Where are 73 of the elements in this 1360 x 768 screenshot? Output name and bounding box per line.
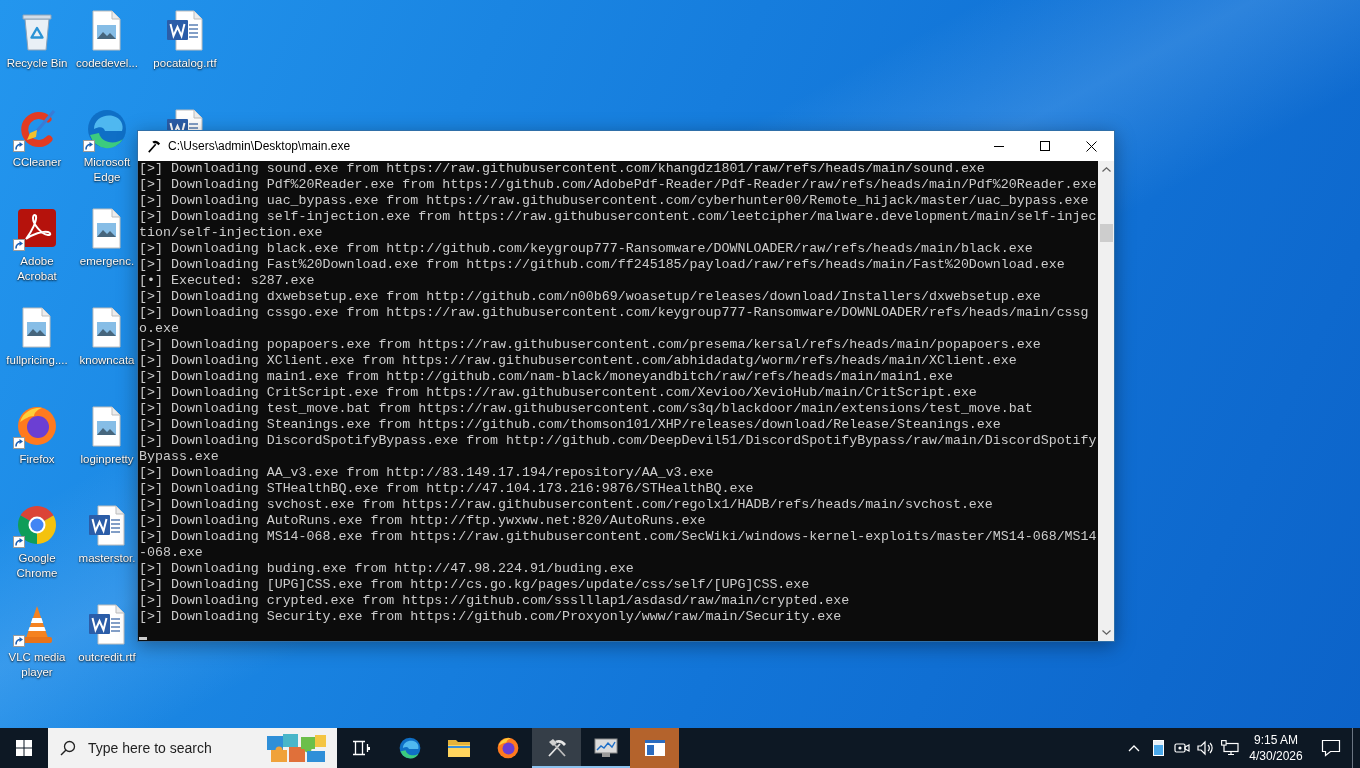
edge-logo-icon[interactable]	[85, 107, 129, 151]
windows-logo-icon	[16, 740, 32, 756]
console-line: [>] Downloading AA_v3.exe from http://83.149.17.194/repository/AA_v3.exe	[139, 465, 715, 481]
puzzle-pieces-icon	[265, 733, 327, 763]
minimize-icon	[994, 145, 1004, 147]
desktop-icon-label[interactable]: Adobe Acrobat	[0, 254, 74, 284]
firefox-logo-icon[interactable]	[15, 404, 59, 448]
console-line: [>] Downloading DiscordSpotifyBypass.exe from http://github.com/DeepDevil51/DiscordSpotifyBypass/raw/main/DiscordSpotifyBypass.exe	[139, 433, 1098, 465]
chevron-up-icon[interactable]	[1101, 167, 1111, 172]
chevron-down-icon[interactable]	[1101, 630, 1111, 635]
console-line: [>] Downloading black.exe from http://github.com/keygroup777-Ransomware/DOWNLOADER/raw/refs/heads/main/black.exe	[139, 241, 1034, 257]
desktop-icon-label[interactable]: masterstor.	[76, 551, 138, 566]
desktop-icon-label[interactable]: knowncata	[77, 353, 137, 368]
search-field[interactable]: Type here to search	[88, 736, 253, 760]
desktop-icon-label[interactable]: Microsoft Edge	[74, 155, 140, 185]
camera-icon	[1174, 740, 1190, 756]
desktop-icon-label[interactable]: emergenc.	[77, 254, 137, 269]
hammer-and-pick-icon	[545, 738, 568, 758]
clock-button[interactable]: 9:15 AM 4/30/2026	[1242, 728, 1310, 768]
hammer-icon	[147, 139, 161, 153]
console-line: [>] Downloading XClient.exe from https://raw.githubusercontent.com/abhidadatg/worm/refs/heads/main/XClient.exe	[139, 353, 1018, 369]
console-line: [>] Downloading Fast%20Download.exe from https://github.com/ff245185/payload/raw/refs/heads/main/Fast%20Download.exe	[139, 257, 1066, 273]
console-line: [>] Downloading [UPG]CSS.exe from http://cs.go.kg/pages/update/css/self/[UPG]CSS.exe	[139, 577, 811, 593]
console-line: [>] Downloading svchost.exe from https://raw.githubusercontent.com/regolx1/HADB/refs/heads/main/svchost.exe	[139, 497, 994, 513]
desktop-icon-label[interactable]: CCleaner	[10, 155, 64, 170]
close-icon	[1085, 140, 1097, 152]
window-title: C:\Users\admin\Desktop\main.exe	[168, 139, 351, 153]
monitor-icon	[593, 738, 618, 758]
speaker-icon	[1197, 740, 1215, 756]
desktop-icon-label[interactable]: Firefox	[17, 452, 57, 467]
network-icon	[1221, 740, 1239, 756]
scrollbar[interactable]	[1098, 161, 1114, 641]
console-line: [>] Downloading uac_bypass.exe from https://raw.githubusercontent.com/cyberhunter00/Remote_hijack/master/uac_bypass.exe	[139, 193, 1090, 209]
edge-logo-icon	[397, 736, 422, 760]
console-line: [>] Downloading cssgo.exe from https://raw.githubusercontent.com/keygroup777-Ransomware/DOWNLOADER/refs/heads/main/cssgo.exe	[139, 305, 1090, 337]
maximize-icon	[1040, 141, 1050, 151]
desktop-icon-label[interactable]: VLC media player	[0, 650, 74, 680]
console-line: [>] Downloading buding.exe from http://47.98.224.91/buding.exe	[139, 561, 635, 577]
console-line: [>] Downloading Steanings.exe from https://github.com/thomson101/XHP/releases/download/Release/Steanings.exe	[139, 417, 1002, 433]
console-line: [>] Downloading Security.exe from https://github.com/Proxyonly/www/raw/main/Security.exe	[139, 609, 843, 625]
console-line: [>] Downloading AutoRuns.exe from http://ftp.ywxww.net:820/AutoRuns.exe	[139, 513, 707, 529]
task-view-icon	[351, 739, 371, 757]
console-line: [>] Downloading sound.exe from https://raw.githubusercontent.com/khangdz1801/raw/refs/heads/main/sound.exe	[139, 161, 986, 177]
console-line: [>] Downloading dxwebsetup.exe from http://github.com/n00b69/woasetup/releases/download/Installers/dxwebsetup.exe	[139, 289, 1042, 305]
search-bar[interactable]: Type here to search	[48, 728, 337, 768]
desktop-icon-label[interactable]: codedevel...	[74, 56, 140, 71]
console-line: [>] Downloading CritScript.exe from https://raw.githubusercontent.com/Xevioo/XevioHub/main/CritScript.exe	[139, 385, 978, 401]
console-line: [>] Downloading MS14-068.exe from https://raw.githubusercontent.com/SecWiki/windows-kernel-exploits/master/MS14-068/MS14-068.exe	[139, 529, 1098, 561]
desktop-icon-label[interactable]: Recycle Bin	[4, 56, 70, 71]
notification-icon	[1321, 739, 1341, 757]
desktop-icon-label[interactable]: loginpretty	[78, 452, 136, 467]
window-icon	[643, 739, 666, 757]
firefox-logo-icon	[495, 736, 520, 760]
desktop-icon-label[interactable]: outcredit.rtf	[76, 650, 138, 665]
console-line: [>] Downloading crypted.exe from https://github.com/ssslllap1/asdasd/raw/main/crypted.exe	[139, 593, 851, 609]
console-line: [>] Downloading Pdf%20Reader.exe from https://github.com/AdobePdf-Reader/Pdf-Reader/raw/refs/heads/main/Pdf%20Reader.exe	[139, 177, 1098, 193]
chevron-up-icon	[1128, 744, 1140, 752]
console-line: [>] Downloading popapoers.exe from https://raw.githubusercontent.com/presema/kersal/refs/heads/main/popapoers.exe	[139, 337, 1042, 353]
console-line: [>] Downloading STHealthBQ.exe from http://47.104.173.216:9876/STHealthBQ.exe	[139, 481, 755, 497]
acrobat-logo-icon[interactable]	[15, 206, 59, 250]
desktop-icon-label[interactable]: pocatalog.rtf	[151, 56, 219, 71]
battery-icon	[1152, 740, 1164, 756]
chrome-logo-icon[interactable]	[15, 503, 59, 547]
desktop-icon-label[interactable]: fullpricing....	[4, 353, 70, 368]
taskbar-app-button[interactable]	[532, 728, 581, 768]
console-line: [>] Downloading test_move.bat from https://raw.githubusercontent.com/s3q/blackdoor/main/extensions/test_move.bat	[139, 401, 1034, 417]
console-line: [•] Executed: s287.exe	[139, 273, 316, 289]
scrollbar-thumb[interactable]	[1099, 224, 1113, 242]
console-line: [>] Downloading main1.exe from http://github.com/nam-black/moneyandbitch/raw/refs/heads/main/main1.exe	[139, 369, 954, 385]
desktop-icon-label[interactable]: Google Chrome	[0, 551, 74, 581]
console-line: [>] Downloading self-injection.exe from https://raw.githubusercontent.com/leetcipher/malware.development/main/self-injection/self-injection.exe	[139, 209, 1098, 241]
search-icon	[60, 740, 76, 756]
folder-icon	[446, 738, 471, 758]
